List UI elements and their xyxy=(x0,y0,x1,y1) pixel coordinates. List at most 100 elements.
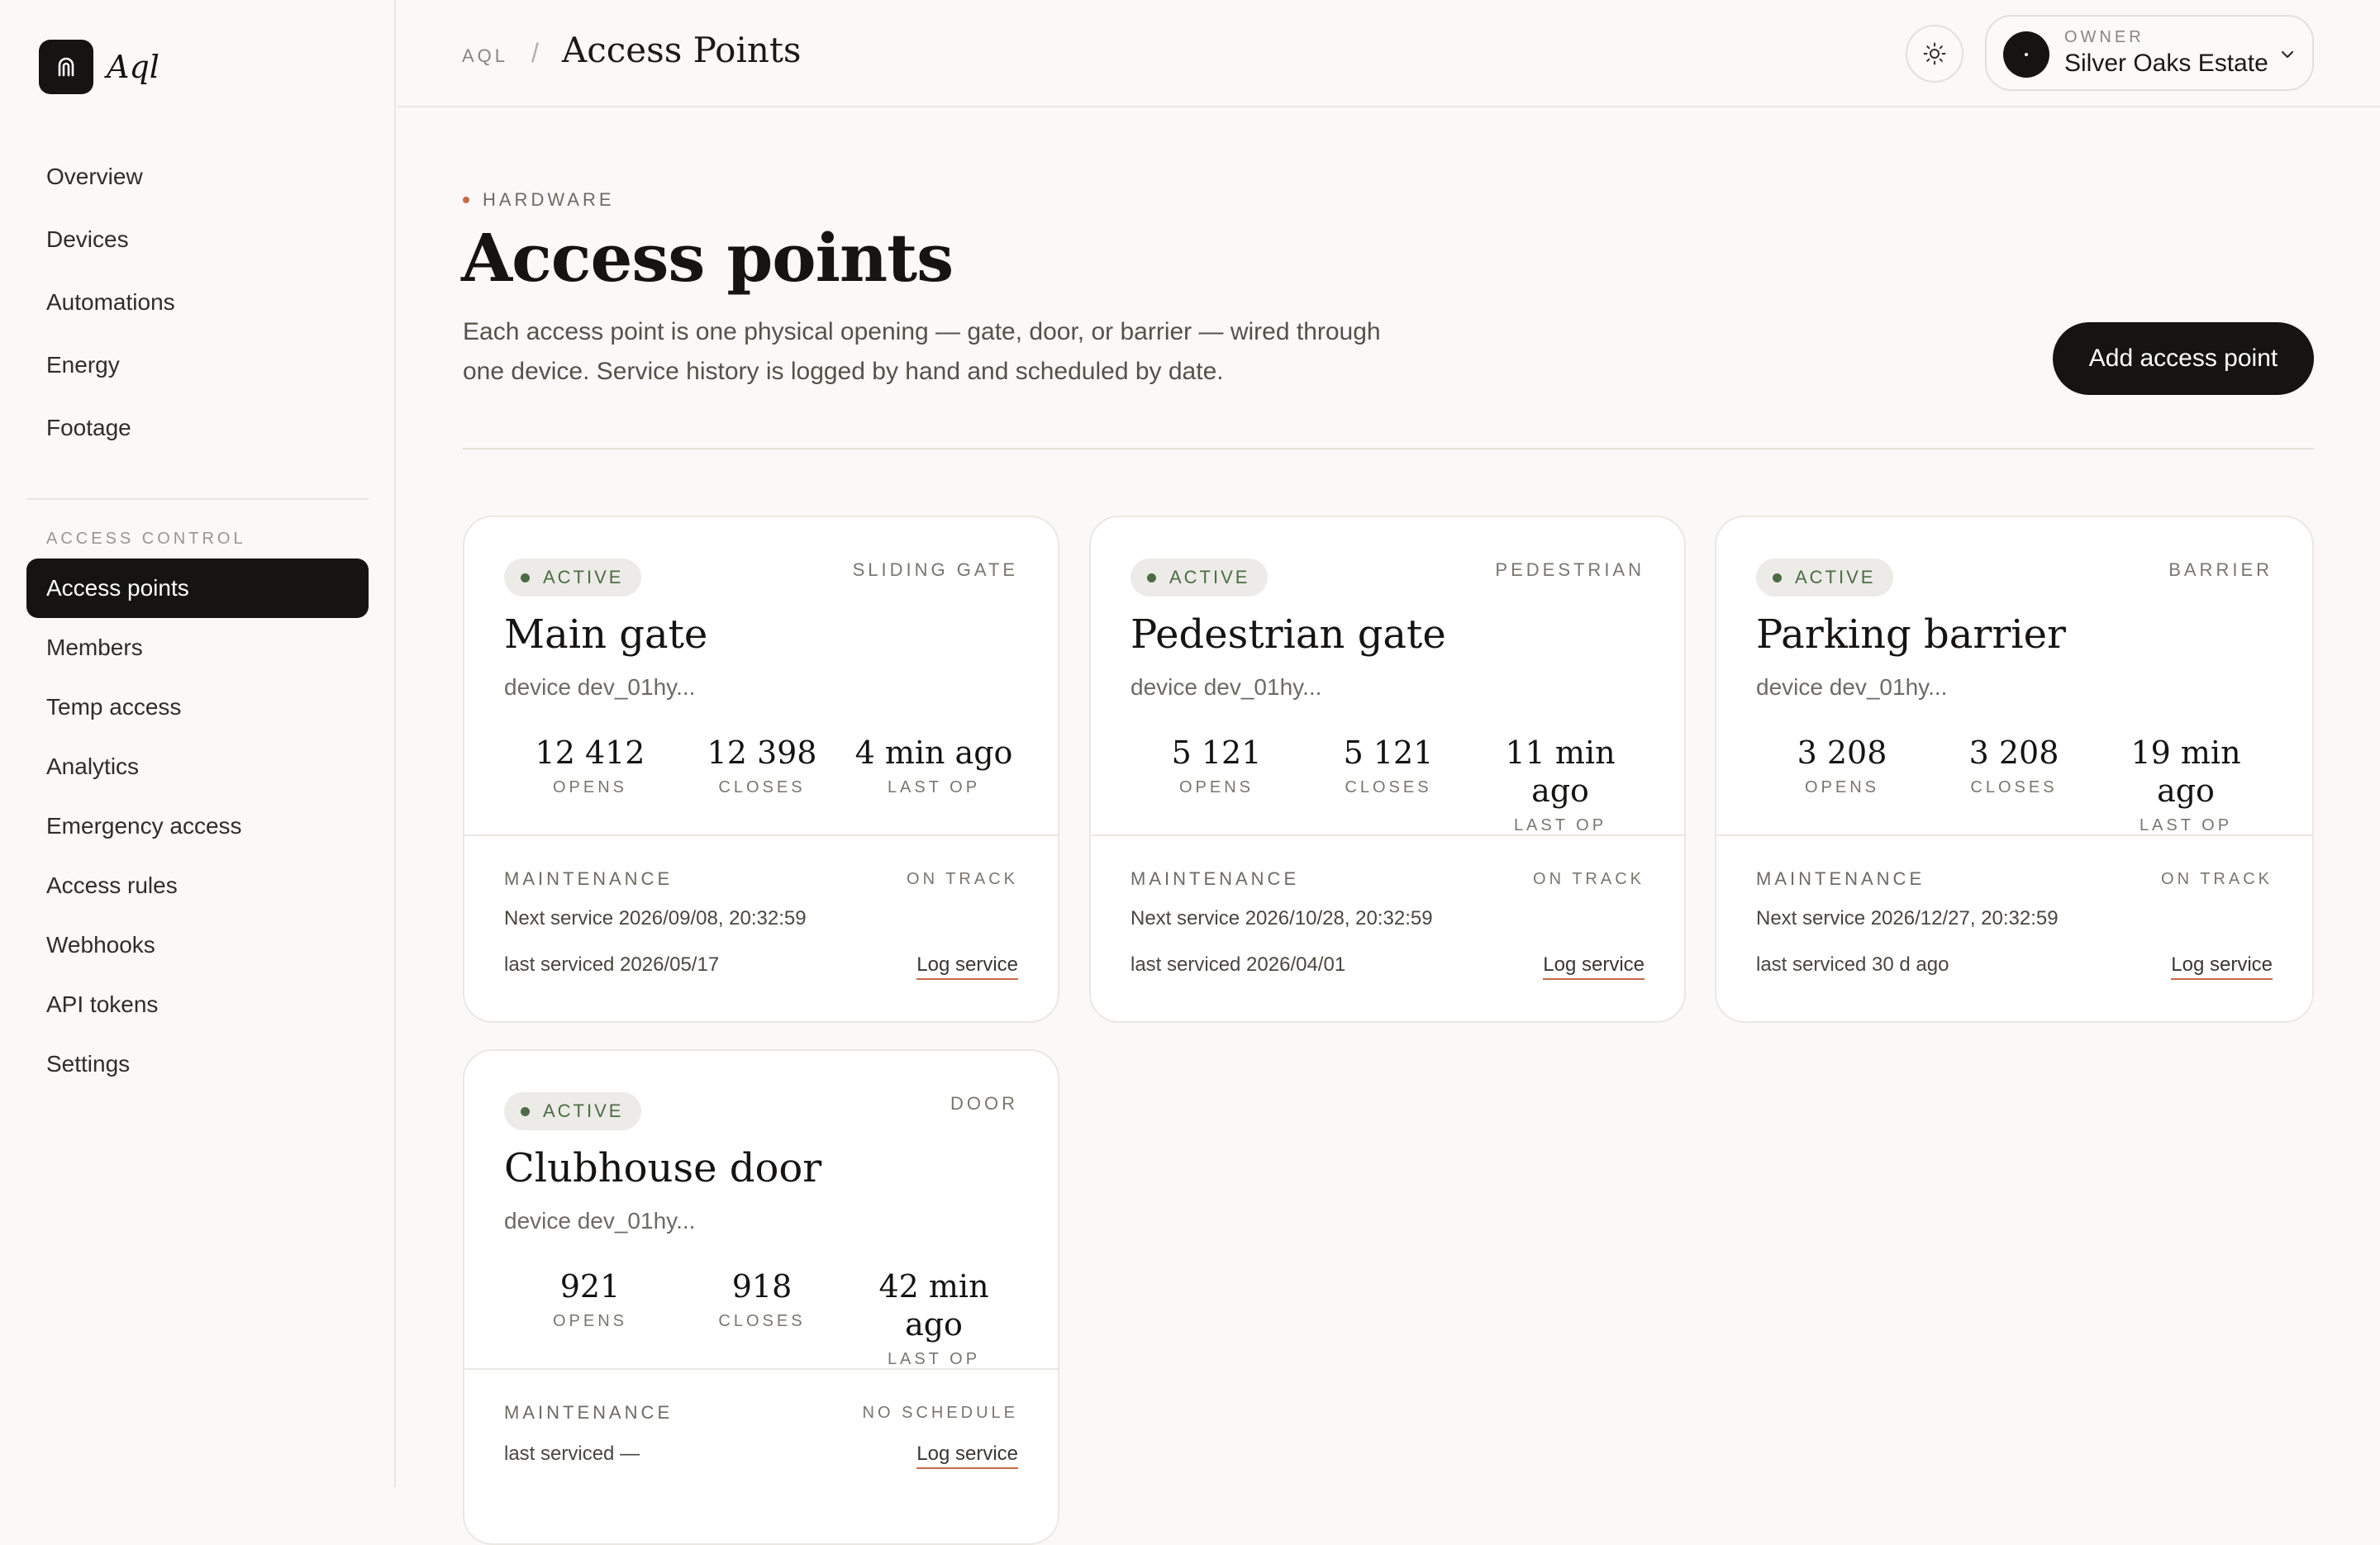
maintenance-label: MAINTENANCE xyxy=(504,868,674,889)
top-bar: AQL / Access Points OWNER Silver Oaks Es… xyxy=(397,0,2380,107)
log-service-link[interactable]: Log service xyxy=(916,953,1018,980)
chevron-down-icon xyxy=(2281,50,2294,59)
stat-closes: 918 CLOSES xyxy=(676,1267,848,1369)
status-label: ACTIVE xyxy=(1795,567,1876,587)
stat-label: OPENS xyxy=(1804,778,1880,796)
sidebar-item-overview[interactable]: Overview xyxy=(26,145,369,208)
card-device: device dev_01hy... xyxy=(1130,674,1322,700)
status-label: ACTIVE xyxy=(1169,567,1250,587)
card-divider xyxy=(464,834,1058,836)
card-title: Clubhouse door xyxy=(504,1145,822,1191)
stat-closes: 5 121 CLOSES xyxy=(1302,734,1474,835)
stat-label: OPENS xyxy=(552,778,628,796)
log-service-link[interactable]: Log service xyxy=(1543,953,1645,980)
card-stats: 12 412 OPENS 12 398 CLOSES 4 min ago LAS… xyxy=(504,734,1020,797)
stat-last-op: 19 min ago LAST OP xyxy=(2100,734,2272,835)
sidebar-item-access-rules[interactable]: Access rules xyxy=(26,856,369,915)
sun-icon xyxy=(1923,42,1946,65)
page-title: Access points xyxy=(461,219,954,297)
stat-closes: 3 208 CLOSES xyxy=(1928,734,2100,835)
breadcrumb-root[interactable]: AQL xyxy=(462,45,508,67)
add-access-point-button[interactable]: Add access point xyxy=(2053,322,2314,395)
sidebar-section-label: ACCESS CONTROL xyxy=(46,530,246,548)
status-dot xyxy=(521,573,530,582)
stat-last-op: 11 min ago LAST OP xyxy=(1474,734,1646,835)
eyebrow-dot xyxy=(463,197,469,203)
breadcrumb-separator: / xyxy=(531,38,539,68)
stat-label: OPENS xyxy=(1178,778,1254,796)
status-dot xyxy=(1147,573,1156,582)
access-point-card[interactable]: ACTIVE PEDESTRIAN Pedestrian gate device… xyxy=(1089,516,1686,1023)
maintenance-label: MAINTENANCE xyxy=(1130,868,1300,889)
card-type: SLIDING GATE xyxy=(852,559,1018,580)
maintenance-label: MAINTENANCE xyxy=(504,1402,674,1423)
app-name: Aql xyxy=(107,49,159,85)
stat-label: CLOSES xyxy=(718,778,806,796)
sidebar-item-devices[interactable]: Devices xyxy=(26,208,369,271)
stat-opens: 921 OPENS xyxy=(504,1267,676,1369)
card-device: device dev_01hy... xyxy=(504,1208,696,1234)
sidebar-item-webhooks[interactable]: Webhooks xyxy=(26,915,369,975)
stat-last-op: 42 min ago LAST OP xyxy=(848,1267,1020,1369)
sidebar-item-access-points[interactable]: Access points xyxy=(26,559,369,618)
stat-value: 3 208 xyxy=(1797,734,1887,771)
stat-label: LAST OP xyxy=(2139,816,2233,834)
breadcrumb-current: Access Points xyxy=(561,30,802,70)
card-divider xyxy=(1091,834,1684,836)
access-point-card[interactable]: ACTIVE SLIDING GATE Main gate device dev… xyxy=(463,516,1059,1023)
theme-toggle-button[interactable] xyxy=(1906,25,1963,83)
log-service-link[interactable]: Log service xyxy=(916,1443,1018,1469)
sidebar-item-footage[interactable]: Footage xyxy=(26,397,369,459)
status-label: ACTIVE xyxy=(543,1101,624,1121)
stat-label: CLOSES xyxy=(718,1312,806,1330)
card-title: Pedestrian gate xyxy=(1130,611,1446,658)
sidebar-item-automations[interactable]: Automations xyxy=(26,271,369,334)
access-point-card[interactable]: ACTIVE DOOR Clubhouse door device dev_01… xyxy=(463,1049,1059,1545)
maintenance-status: ON TRACK xyxy=(2161,870,2273,888)
log-service-link[interactable]: Log service xyxy=(2171,953,2273,980)
next-service: Next service 2026/10/28, 20:32:59 xyxy=(1130,907,1433,929)
card-type: BARRIER xyxy=(2168,559,2273,580)
sidebar-main-nav: Overview Devices Automations Energy Foot… xyxy=(26,145,369,459)
sidebar-item-api-tokens[interactable]: API tokens xyxy=(26,975,369,1034)
stat-value: 12 412 xyxy=(535,734,645,771)
avatar xyxy=(2003,31,2049,78)
card-stats: 5 121 OPENS 5 121 CLOSES 11 min ago LAST… xyxy=(1130,734,1646,835)
stat-value: 12 398 xyxy=(707,734,817,771)
arch-icon xyxy=(39,40,93,94)
stat-opens: 12 412 OPENS xyxy=(504,734,676,797)
stat-closes: 12 398 CLOSES xyxy=(676,734,848,797)
sidebar-item-temp-access[interactable]: Temp access xyxy=(26,677,369,737)
owner-switcher[interactable]: OWNER Silver Oaks Estate xyxy=(1985,15,2314,91)
sidebar-divider xyxy=(26,498,369,500)
eyebrow-label: HARDWARE xyxy=(483,189,615,210)
card-type: DOOR xyxy=(950,1093,1018,1114)
status-badge: ACTIVE xyxy=(504,1092,642,1130)
owner-name: Silver Oaks Estate xyxy=(2064,50,2268,77)
page-description: Each access point is one physical openin… xyxy=(463,318,1381,385)
sidebar: Aql Overview Devices Automations Energy … xyxy=(0,0,396,1487)
stat-value: 11 min ago xyxy=(1505,734,1616,809)
status-badge: ACTIVE xyxy=(504,559,642,597)
card-device: device dev_01hy... xyxy=(504,674,696,700)
status-dot xyxy=(1773,573,1782,582)
app-logo[interactable]: Aql xyxy=(39,40,159,94)
sidebar-item-members[interactable]: Members xyxy=(26,618,369,677)
stat-label: LAST OP xyxy=(887,778,981,796)
stat-value: 5 121 xyxy=(1171,734,1262,771)
stat-label: LAST OP xyxy=(887,1350,981,1368)
eyebrow: HARDWARE xyxy=(463,189,615,211)
sidebar-item-analytics[interactable]: Analytics xyxy=(26,737,369,796)
stat-value: 4 min ago xyxy=(854,734,1013,771)
sidebar-item-settings[interactable]: Settings xyxy=(26,1034,369,1094)
next-service: Next service 2026/09/08, 20:32:59 xyxy=(504,907,807,929)
sidebar-item-energy[interactable]: Energy xyxy=(26,334,369,397)
maintenance-status: ON TRACK xyxy=(1533,870,1645,888)
access-point-card[interactable]: ACTIVE BARRIER Parking barrier device de… xyxy=(1715,516,2314,1023)
stat-value: 5 121 xyxy=(1343,734,1434,771)
card-type: PEDESTRIAN xyxy=(1495,559,1645,580)
maintenance-status: NO SCHEDULE xyxy=(862,1404,1018,1422)
card-divider xyxy=(464,1368,1058,1370)
card-device: device dev_01hy... xyxy=(1756,674,1948,700)
sidebar-item-emergency-access[interactable]: Emergency access xyxy=(26,796,369,856)
